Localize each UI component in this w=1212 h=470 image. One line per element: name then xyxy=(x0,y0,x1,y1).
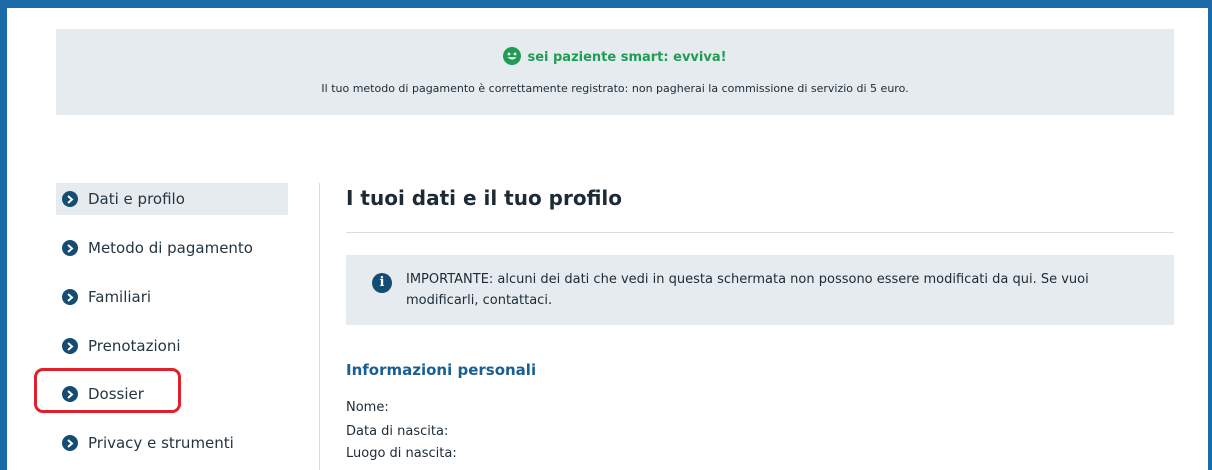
sidebar-item-dati-e-profilo[interactable]: Dati e profilo xyxy=(56,183,288,215)
smart-patient-banner: sei paziente smart: evviva! Il tuo metod… xyxy=(56,29,1174,115)
window-frame-top xyxy=(0,0,1212,8)
chevron-right-icon xyxy=(62,240,78,256)
sidebar-item-familiari[interactable]: Familiari xyxy=(56,281,288,313)
info-icon: i xyxy=(372,273,392,293)
sidebar-item-prenotazioni[interactable]: Prenotazioni xyxy=(56,330,288,362)
sidebar-item-metodo-di-pagamento[interactable]: Metodo di pagamento xyxy=(56,232,288,264)
sidebar-item-label: Dati e profilo xyxy=(88,190,185,208)
field-label-nome: Nome: xyxy=(346,400,389,415)
chevron-right-icon xyxy=(62,191,78,207)
banner-message: Il tuo metodo di pagamento è correttamen… xyxy=(321,82,909,95)
sidebar-item-label: Prenotazioni xyxy=(88,337,181,355)
sidebar-item-label: Familiari xyxy=(88,288,152,306)
window-frame-right xyxy=(1208,0,1212,470)
sidebar-item-label: Metodo di pagamento xyxy=(88,239,253,257)
title-divider xyxy=(346,232,1174,233)
banner-title-row: sei paziente smart: evviva! xyxy=(56,47,1174,69)
chevron-right-icon xyxy=(62,338,78,354)
page-title: I tuoi dati e il tuo profilo xyxy=(346,186,622,210)
content-divider xyxy=(319,183,320,470)
smiley-icon xyxy=(503,47,522,69)
window-frame-left xyxy=(0,0,7,470)
chevron-right-icon xyxy=(62,289,78,305)
dossier-highlight-annotation xyxy=(34,368,181,413)
notice-text: IMPORTANTE: alcuni dei dati che vedi in … xyxy=(406,272,1089,308)
important-notice: i IMPORTANTE: alcuni dei dati che vedi i… xyxy=(346,255,1174,325)
sidebar-item-privacy-e-strumenti[interactable]: Privacy e strumenti xyxy=(56,427,288,459)
sidebar-item-label: Privacy e strumenti xyxy=(88,434,234,452)
banner-title: sei paziente smart: evviva! xyxy=(527,50,727,65)
section-title-personal-info: Informazioni personali xyxy=(346,361,537,379)
field-label-data-di-nascita: Data di nascita: xyxy=(346,424,449,439)
chevron-right-icon xyxy=(62,435,78,451)
field-label-luogo-di-nascita: Luogo di nascita: xyxy=(346,446,457,461)
